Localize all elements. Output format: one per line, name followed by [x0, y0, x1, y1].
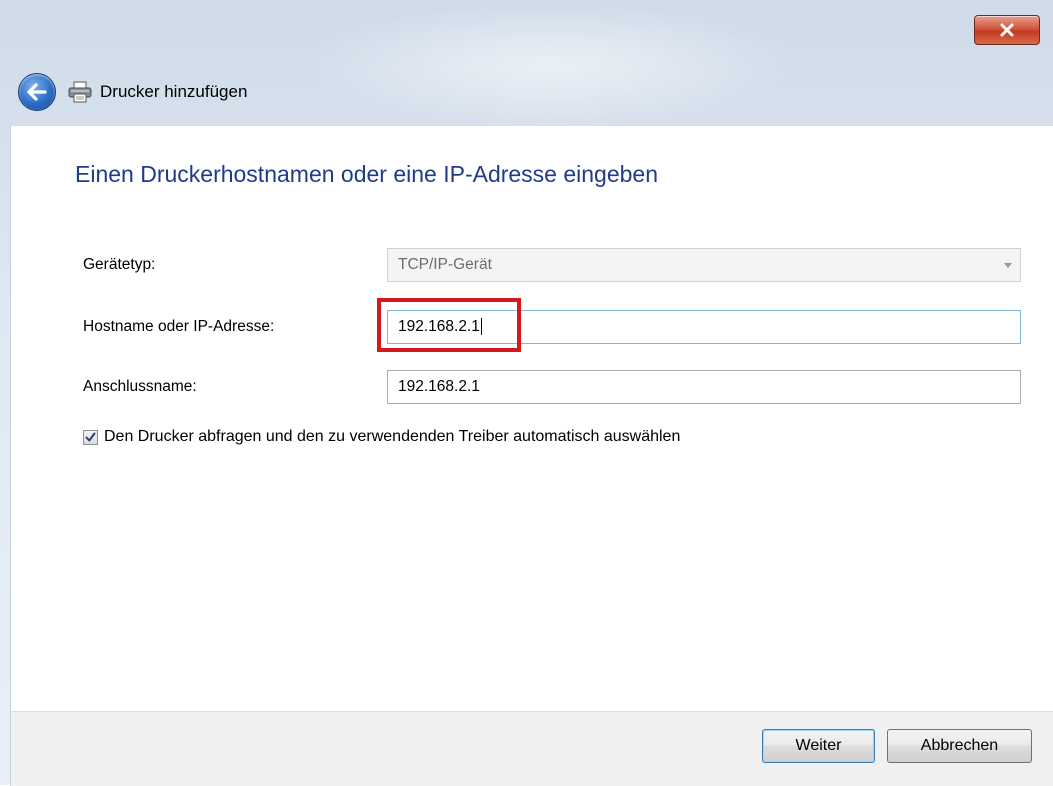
port-name-value: 192.168.2.1 [398, 378, 480, 395]
printer-icon [68, 81, 92, 103]
window-title: Drucker hinzufügen [100, 82, 248, 101]
page-title: Einen Druckerhostnamen oder eine IP-Adre… [75, 161, 659, 187]
auto-driver-label: Den Drucker abfragen und den zu verwende… [104, 428, 681, 445]
cancel-button[interactable]: Abbrechen [887, 729, 1032, 763]
hostname-input[interactable]: 192.168.2.1 [387, 310, 1021, 344]
close-icon [1000, 23, 1014, 37]
chevron-down-icon [1004, 263, 1012, 268]
device-type-label: Gerätetyp: [83, 256, 156, 273]
checkmark-icon [85, 432, 96, 441]
port-name-row: Anschlussname: 192.168.2.1 [11, 370, 1053, 404]
title-bar: Drucker hinzufügen [18, 72, 247, 112]
back-arrow-icon [27, 83, 47, 101]
port-name-label: Anschlussname: [83, 378, 197, 395]
next-button[interactable]: Weiter [762, 729, 875, 763]
hostname-value: 192.168.2.1 [398, 318, 480, 335]
hostname-row: Hostname oder IP-Adresse: 192.168.2.1 [11, 310, 1053, 344]
wizard-content: Einen Druckerhostnamen oder eine IP-Adre… [10, 126, 1053, 711]
device-type-select[interactable]: TCP/IP-Gerät [387, 248, 1021, 282]
auto-driver-checkbox[interactable] [83, 429, 98, 445]
text-caret [480, 318, 482, 336]
close-button[interactable] [974, 15, 1040, 45]
auto-driver-option[interactable]: Den Drucker abfragen und den zu verwende… [83, 428, 680, 446]
port-name-input[interactable]: 192.168.2.1 [387, 370, 1021, 404]
device-type-row: Gerätetyp: TCP/IP-Gerät [11, 248, 1053, 282]
button-bar: Weiter Abbrechen [10, 711, 1053, 786]
device-type-value: TCP/IP-Gerät [398, 256, 492, 273]
back-button[interactable] [18, 73, 56, 111]
hostname-label: Hostname oder IP-Adresse: [83, 318, 275, 335]
